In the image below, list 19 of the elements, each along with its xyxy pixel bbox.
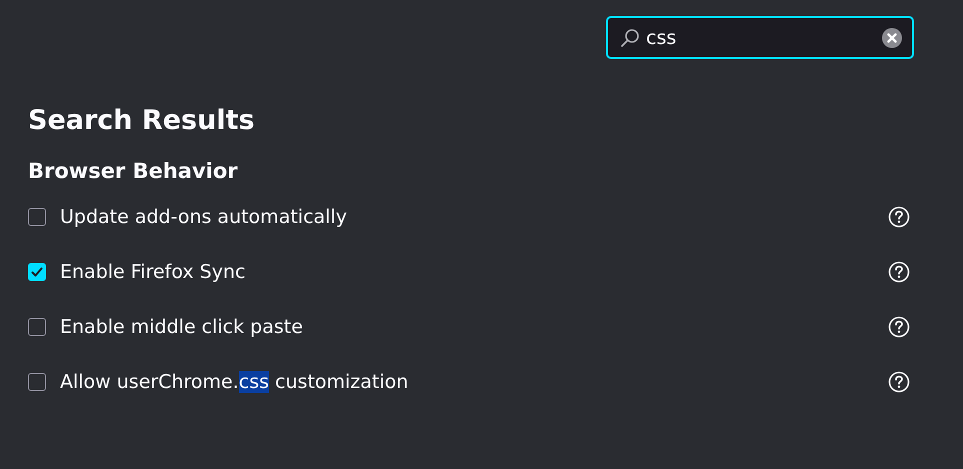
checkbox[interactable] [28,262,46,280]
option-label[interactable]: Enable middle click paste [60,316,888,338]
option-label[interactable]: Enable Firefox Sync [60,260,888,282]
search-field[interactable]: css [606,16,914,59]
help-icon[interactable] [888,206,910,228]
option-label[interactable]: Update add-ons automatically [60,206,888,228]
search-input[interactable]: css [646,26,876,48]
help-icon[interactable] [888,260,910,282]
checkbox[interactable] [28,372,46,390]
option-label[interactable]: Allow userChrome.css customization [60,370,888,392]
checkbox[interactable] [28,318,46,336]
search-icon [620,28,640,48]
help-icon[interactable] [888,316,910,338]
page-heading: Search Results [28,104,256,138]
clear-button[interactable] [882,28,902,48]
checkbox[interactable] [28,208,46,226]
section-heading: Browser Behavior [28,158,239,185]
check-icon [30,264,44,278]
help-icon[interactable] [888,370,910,392]
